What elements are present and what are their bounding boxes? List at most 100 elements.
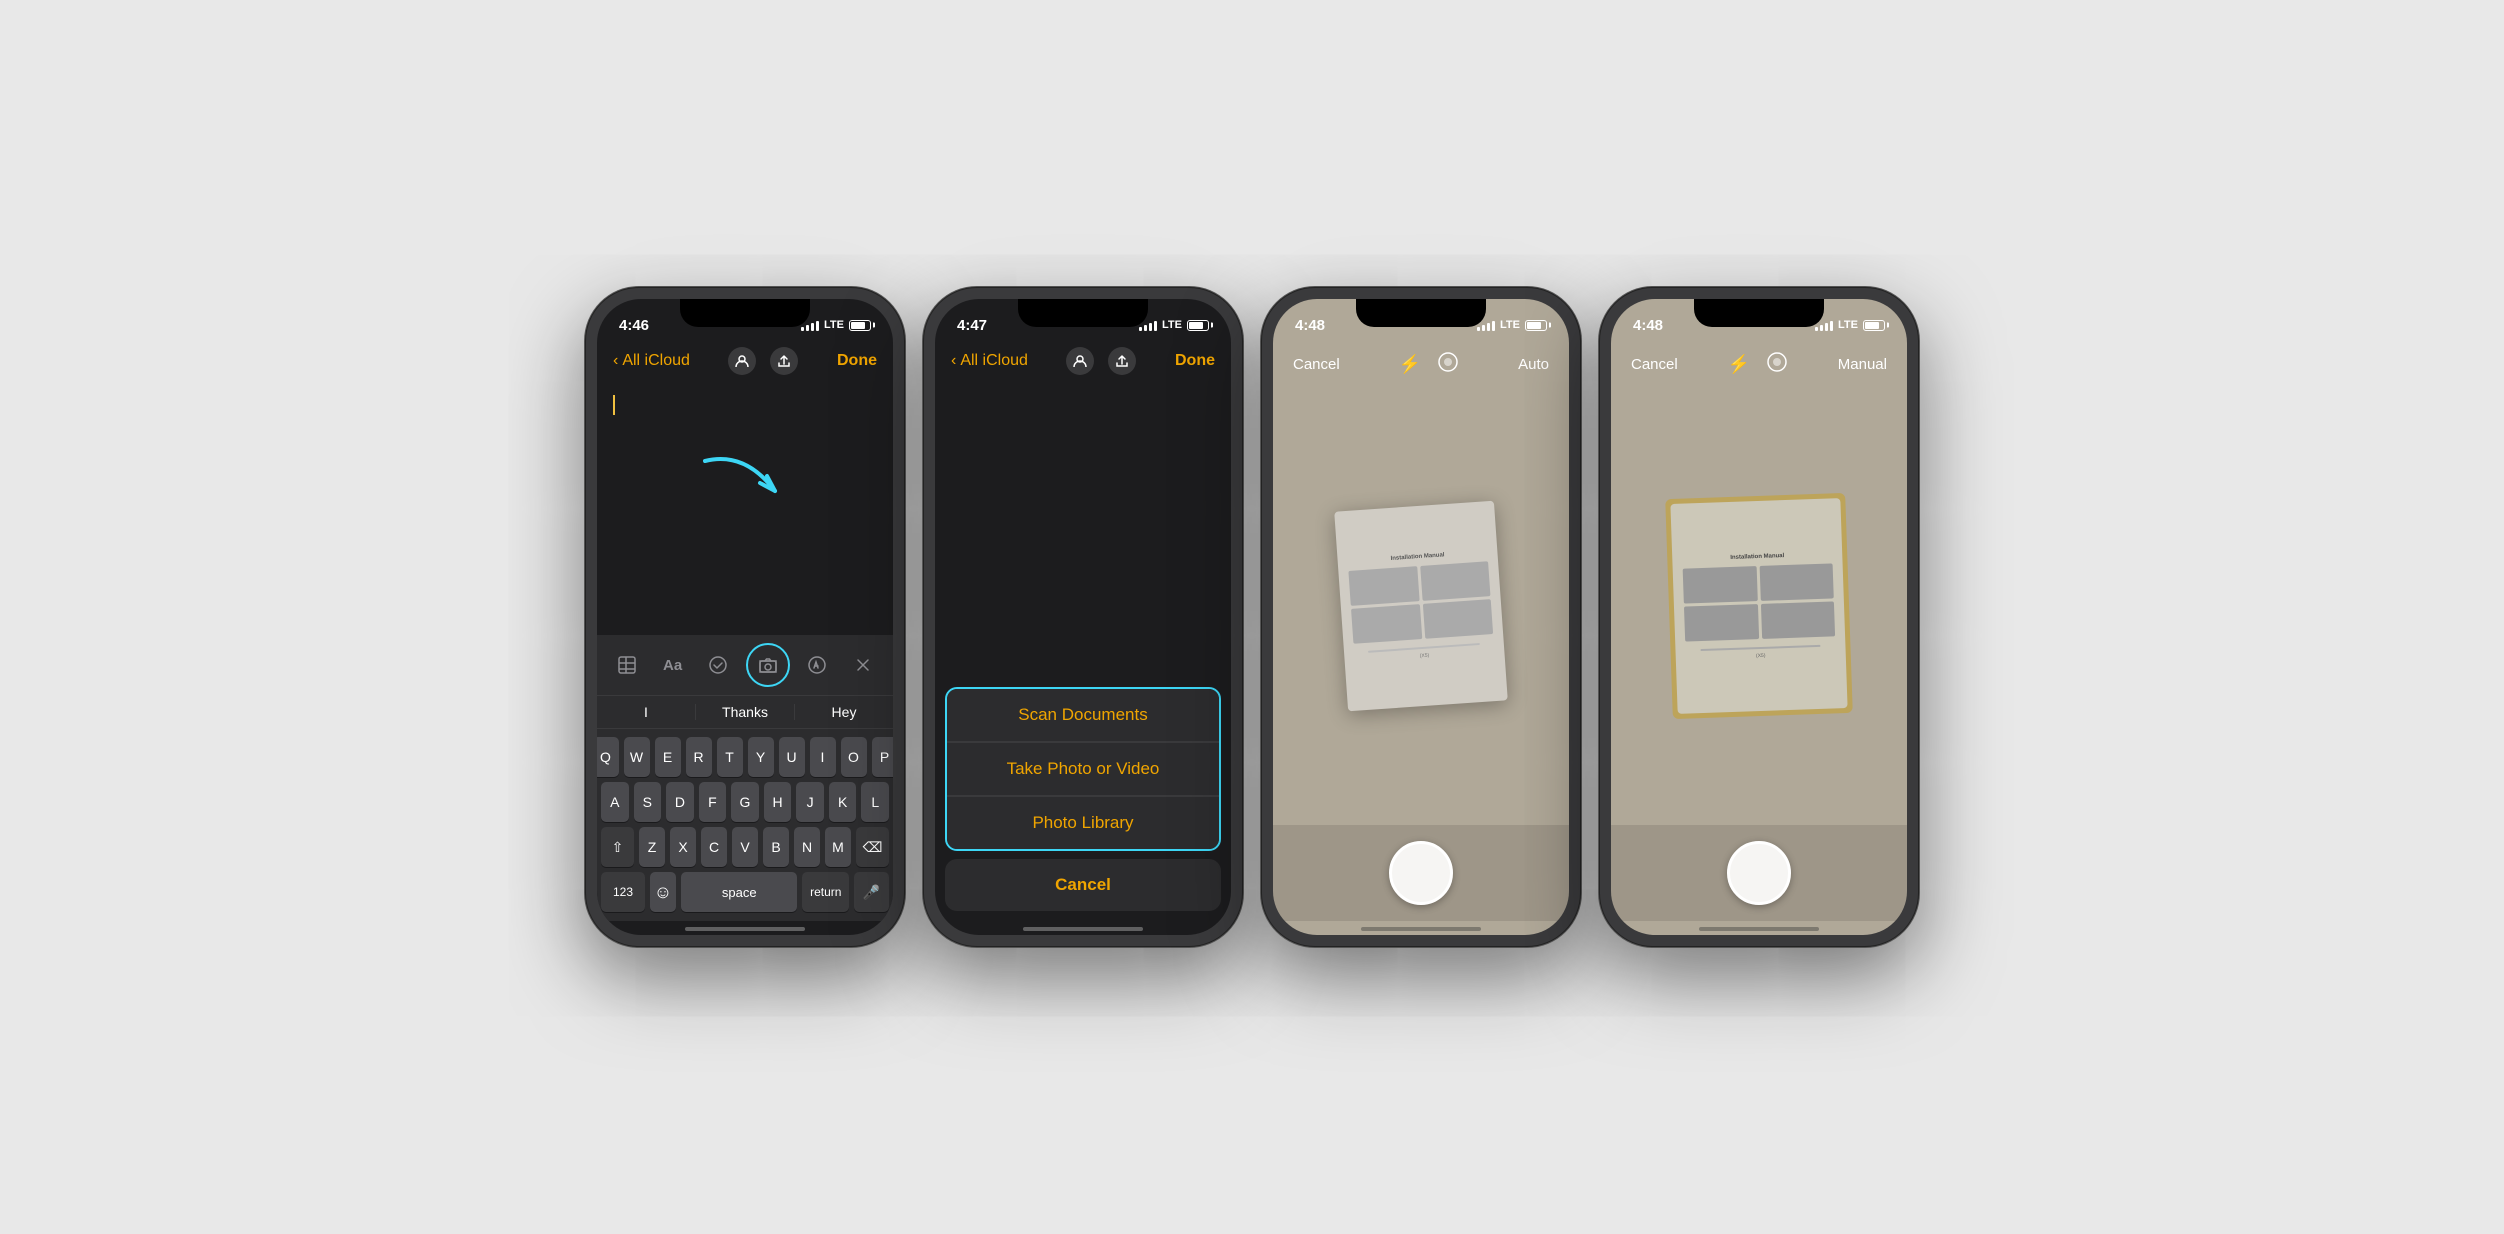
key-f[interactable]: F [699,782,727,822]
key-q[interactable]: Q [597,737,619,777]
key-r[interactable]: R [686,737,712,777]
key-n[interactable]: N [794,827,820,867]
camera-cancel-3[interactable]: Cancel [1293,356,1340,373]
keyboard-row-3: ⇧ Z X C V B N M ⌫ [601,827,889,867]
battery-4 [1863,320,1885,331]
lte-4: LTE [1838,319,1858,331]
key-a[interactable]: A [601,782,629,822]
status-icons-2: LTE [1139,319,1209,331]
person-icon-2[interactable] [1066,347,1094,375]
table-icon[interactable] [609,647,645,683]
notch-4 [1694,299,1824,327]
time-1: 4:46 [619,317,649,334]
key-m[interactable]: M [825,827,851,867]
document-preview-3: Installation Manual (X5) [1334,500,1508,711]
format-aa-icon[interactable]: Aa [655,647,691,683]
camera-mode-4[interactable]: Manual [1838,356,1887,373]
battery-2 [1187,320,1209,331]
battery-1 [849,320,871,331]
predictive-word-2[interactable]: Hey [795,704,893,720]
flash-icon-3[interactable]: ⚡ [1399,354,1421,375]
shutter-button-4[interactable] [1727,841,1791,905]
close-keyboard-icon[interactable] [845,647,881,683]
status-icons-3: LTE [1477,319,1547,331]
status-icons-1: LTE [801,319,871,331]
key-p[interactable]: P [872,737,894,777]
key-z[interactable]: Z [639,827,665,867]
formatting-toolbar: Aa [597,635,893,695]
notes-nav-bar-2: ‹ All iCloud D [935,343,1231,383]
key-mic[interactable]: 🎤 [854,872,889,912]
cancel-button[interactable]: Cancel [945,859,1221,911]
camera-mode-3[interactable]: Auto [1518,356,1549,373]
key-j[interactable]: J [796,782,824,822]
predictive-word-1[interactable]: Thanks [696,704,795,720]
key-w[interactable]: W [624,737,650,777]
key-c[interactable]: C [701,827,727,867]
key-return[interactable]: return [802,872,849,912]
document-preview-4: Installation Manual (X5) [1670,498,1847,714]
flash-icon-4[interactable]: ⚡ [1728,354,1750,375]
shutter-button-3[interactable] [1389,841,1453,905]
camera-viewfinder-4: Installation Manual (X5) [1611,386,1907,825]
note-content[interactable] [597,383,893,635]
key-x[interactable]: X [670,827,696,867]
camera-controls-4 [1611,825,1907,921]
photo-library-item[interactable]: Photo Library [947,796,1219,849]
time-2: 4:47 [957,317,987,334]
checklist-icon[interactable] [700,647,736,683]
camera-viewfinder-3: Installation Manual (X5) [1273,386,1569,825]
markup-icon[interactable] [799,647,835,683]
key-space[interactable]: space [681,872,797,912]
key-v[interactable]: V [732,827,758,867]
key-t[interactable]: T [717,737,743,777]
lens-icon-4[interactable] [1766,351,1788,378]
key-delete[interactable]: ⌫ [856,827,889,867]
camera-header-3: Cancel ⚡ Auto [1273,343,1569,386]
nav-icons-2 [1066,347,1136,375]
phone-4-screen: 4:48 LTE Cancel ⚡ [1611,299,1907,935]
key-d[interactable]: D [666,782,694,822]
phone-2-screen: 4:47 LTE ‹ All iClou [935,299,1231,935]
back-button-2[interactable]: ‹ All iCloud [951,352,1028,370]
done-button-2[interactable]: Done [1175,352,1215,370]
key-k[interactable]: K [829,782,857,822]
key-u[interactable]: U [779,737,805,777]
key-g[interactable]: G [731,782,759,822]
key-numbers[interactable]: 123 [601,872,645,912]
key-b[interactable]: B [763,827,789,867]
share-icon-2[interactable] [1108,347,1136,375]
take-photo-item[interactable]: Take Photo or Video [947,742,1219,796]
back-label-2: All iCloud [960,352,1028,370]
notes-nav-bar: ‹ All iCloud D [597,343,893,383]
done-button-1[interactable]: Done [837,352,877,370]
camera-center-controls-4: ⚡ [1728,351,1788,378]
scan-documents-item[interactable]: Scan Documents [947,689,1219,742]
back-button-1[interactable]: ‹ All iCloud [613,352,690,370]
phone-3-frame: 4:48 LTE Cancel [1261,287,1581,947]
camera-cancel-4[interactable]: Cancel [1631,356,1678,373]
camera-toolbar-button[interactable] [746,643,790,687]
key-emoji[interactable]: ☺ [650,872,676,912]
arrow-annotation [685,441,805,526]
time-4: 4:48 [1633,317,1663,334]
key-e[interactable]: E [655,737,681,777]
camera-controls-3 [1273,825,1569,921]
key-y[interactable]: Y [748,737,774,777]
action-sheet: Scan Documents Take Photo or Video Photo… [935,687,1231,921]
lens-icon-3[interactable] [1437,351,1459,378]
person-icon[interactable] [728,347,756,375]
notch-3 [1356,299,1486,327]
key-s[interactable]: S [634,782,662,822]
lte-1: LTE [824,319,844,331]
nav-icons-1 [728,347,798,375]
key-o[interactable]: O [841,737,867,777]
key-shift[interactable]: ⇧ [601,827,634,867]
key-i[interactable]: I [810,737,836,777]
predictive-word-0[interactable]: I [597,704,696,720]
key-l[interactable]: L [861,782,889,822]
share-icon[interactable] [770,347,798,375]
notch-1 [680,299,810,327]
key-h[interactable]: H [764,782,792,822]
text-cursor [613,395,615,415]
